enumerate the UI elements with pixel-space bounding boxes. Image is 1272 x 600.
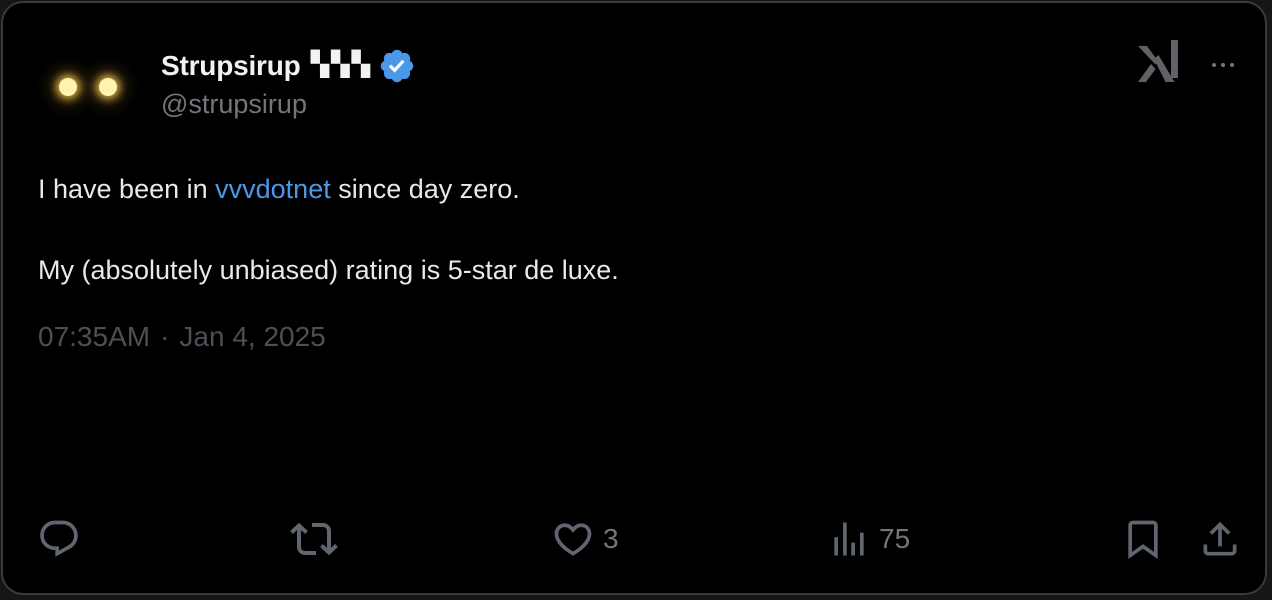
bookmark-button[interactable] — [1121, 515, 1165, 563]
tweet-text: I have been in vvvdotnet since day zero.… — [38, 169, 1218, 290]
avatar-left-eye — [59, 78, 77, 96]
more-options-dot — [1230, 63, 1234, 67]
tweet-card: Strupsirup ▚▚▚ @strupsirup I have been i… — [1, 1, 1267, 595]
author-handle[interactable]: @strupsirup — [161, 89, 307, 120]
author-name-row: Strupsirup ▚▚▚ — [161, 47, 416, 85]
share-icon — [1203, 521, 1237, 556]
reply-icon — [40, 520, 78, 557]
name-emoji-badges: ▚▚▚ — [310, 51, 372, 78]
avatar-right-eye — [99, 78, 117, 96]
like-count: 3 — [603, 523, 619, 554]
bookmark-icon — [1128, 520, 1158, 560]
retweet-icon — [290, 522, 338, 556]
share-button[interactable] — [1198, 515, 1242, 563]
verified-badge-icon — [380, 49, 414, 83]
x-logo-icon — [1138, 40, 1178, 82]
more-options-icon — [1212, 63, 1216, 67]
like-button[interactable]: 3 — [551, 515, 619, 563]
tweet-text-after-mention: since day zero. — [330, 174, 520, 204]
heart-icon — [554, 523, 592, 556]
avatar[interactable] — [43, 45, 131, 129]
tweet-time: 07:35AM — [38, 321, 151, 352]
more-options-button[interactable] — [1203, 53, 1243, 77]
views-count: 75 — [879, 523, 911, 554]
retweet-button[interactable] — [290, 515, 338, 563]
tweet-line-1: I have been in vvvdotnet since day zero. — [38, 169, 1218, 209]
views-icon — [834, 522, 864, 556]
tweet-text-before-mention: I have been in — [38, 174, 216, 204]
views-button[interactable]: 75 — [827, 515, 910, 563]
more-options-dot — [1221, 63, 1225, 67]
tweet-date: Jan 4, 2025 — [179, 321, 326, 352]
mention-link[interactable]: vvvdotnet — [215, 174, 331, 204]
timestamp-separator: · — [160, 321, 170, 352]
tweet-line-2: My (absolutely unbiased) rating is 5-sta… — [38, 255, 619, 285]
display-name[interactable]: Strupsirup — [161, 50, 301, 82]
reply-button[interactable] — [37, 515, 81, 563]
tweet-timestamp[interactable]: 07:35AM · Jan 4, 2025 — [38, 321, 326, 353]
